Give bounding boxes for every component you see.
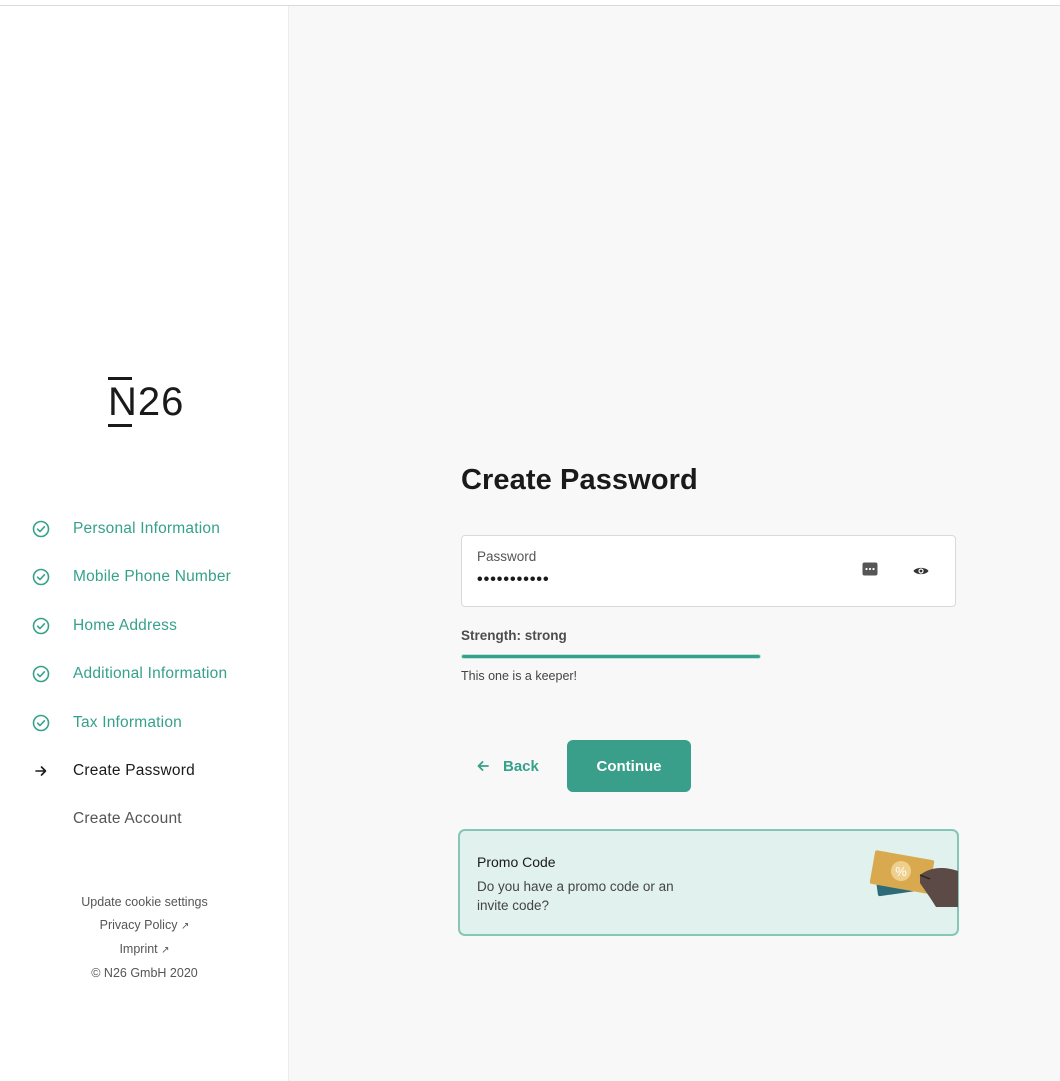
promo-description: Do you have a promo code or an invite co…	[477, 879, 674, 913]
promo-title: Promo Code	[477, 854, 556, 870]
eye-icon[interactable]	[912, 562, 930, 580]
strength-label: Strength: strong	[461, 628, 567, 643]
continue-button[interactable]: Continue	[567, 740, 691, 792]
step-create-account: Create Account	[32, 804, 272, 834]
check-circle-icon	[32, 520, 50, 538]
arrow-right-icon	[32, 762, 50, 780]
svg-text:%: %	[895, 864, 907, 879]
password-input[interactable]: •••••••••••	[477, 571, 550, 589]
promo-code-card[interactable]: Promo Code Do you have a promo code or a…	[458, 829, 959, 936]
logo-text: N26	[108, 380, 185, 424]
back-button-label: Back	[503, 757, 539, 775]
external-link-icon: ↗	[161, 945, 170, 956]
step-label: Mobile Phone Number	[73, 568, 232, 585]
arrow-left-icon	[475, 758, 491, 774]
logo-bar-bottom	[108, 424, 132, 427]
password-manager-icon[interactable]	[862, 562, 878, 576]
check-circle-icon	[32, 568, 50, 586]
step-tax-information[interactable]: Tax Information	[32, 708, 272, 738]
imprint-label: Imprint	[119, 942, 158, 956]
promo-ticket-illustration: %	[868, 849, 960, 909]
privacy-policy-link[interactable]: Privacy Policy ↗	[0, 914, 289, 938]
step-label: Create Account	[73, 810, 182, 827]
page-title: Create Password	[461, 464, 698, 496]
back-button[interactable]: Back	[465, 743, 555, 789]
step-personal-information[interactable]: Personal Information	[32, 514, 272, 544]
password-field[interactable]: Password •••••••••••	[461, 535, 956, 607]
cookie-settings-link[interactable]: Update cookie settings	[0, 891, 289, 914]
step-label: Tax Information	[73, 714, 182, 731]
step-label: Additional Information	[73, 665, 228, 682]
step-additional-information[interactable]: Additional Information	[32, 659, 272, 689]
check-circle-icon	[32, 617, 50, 635]
sidebar-footer: Update cookie settings Privacy Policy ↗ …	[0, 891, 289, 985]
check-circle-icon	[32, 665, 50, 683]
imprint-link[interactable]: Imprint ↗	[0, 938, 289, 962]
step-mobile-phone-number[interactable]: Mobile Phone Number	[32, 562, 272, 592]
step-label: Create Password	[73, 762, 195, 779]
check-circle-icon	[32, 714, 50, 732]
step-home-address[interactable]: Home Address	[32, 611, 272, 641]
step-label: Home Address	[73, 617, 178, 634]
password-label: Password	[477, 549, 537, 564]
step-create-password: Create Password	[32, 756, 272, 786]
strength-meter-fill	[462, 655, 760, 658]
external-link-icon: ↗	[180, 921, 190, 932]
copyright: © N26 GmbH 2020	[91, 966, 198, 980]
step-label: Personal Information	[73, 520, 221, 537]
strength-meter	[461, 654, 761, 659]
privacy-policy-label: Privacy Policy	[99, 918, 178, 932]
strength-message: This one is a keeper!	[461, 669, 578, 683]
n26-logo: N26	[108, 377, 188, 433]
